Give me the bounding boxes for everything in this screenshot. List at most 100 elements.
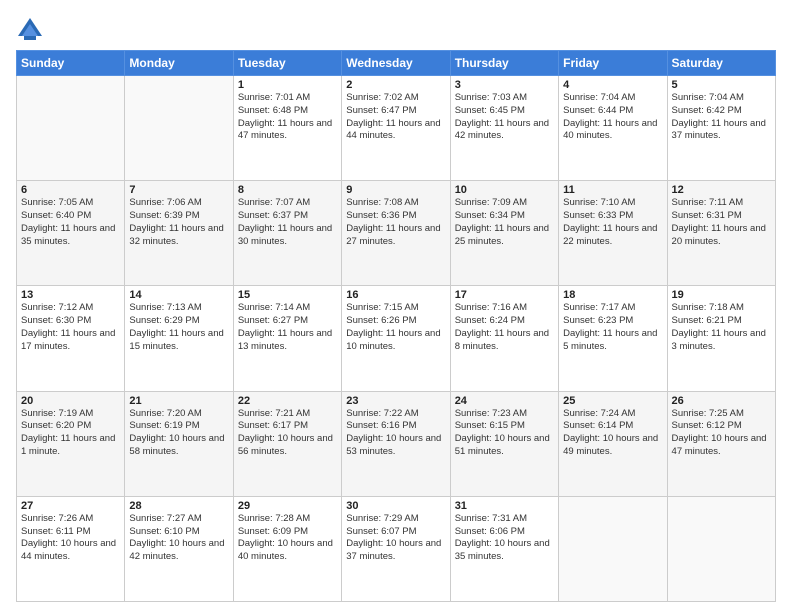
- day-number: 22: [238, 395, 337, 407]
- calendar-cell: 3Sunrise: 7:03 AM Sunset: 6:45 PM Daylig…: [450, 76, 558, 181]
- calendar-header-saturday: Saturday: [667, 51, 775, 76]
- calendar-cell: 24Sunrise: 7:23 AM Sunset: 6:15 PM Dayli…: [450, 391, 558, 496]
- calendar-table: SundayMondayTuesdayWednesdayThursdayFrid…: [16, 50, 776, 602]
- day-number: 13: [21, 289, 120, 301]
- calendar-cell: 27Sunrise: 7:26 AM Sunset: 6:11 PM Dayli…: [17, 496, 125, 601]
- calendar-cell: 8Sunrise: 7:07 AM Sunset: 6:37 PM Daylig…: [233, 181, 341, 286]
- day-number: 24: [455, 395, 554, 407]
- calendar-cell: 25Sunrise: 7:24 AM Sunset: 6:14 PM Dayli…: [559, 391, 667, 496]
- day-number: 17: [455, 289, 554, 301]
- day-number: 9: [346, 184, 445, 196]
- day-number: 28: [129, 500, 228, 512]
- calendar-cell: 28Sunrise: 7:27 AM Sunset: 6:10 PM Dayli…: [125, 496, 233, 601]
- day-number: 16: [346, 289, 445, 301]
- day-content: Sunrise: 7:06 AM Sunset: 6:39 PM Dayligh…: [129, 197, 228, 248]
- day-content: Sunrise: 7:25 AM Sunset: 6:12 PM Dayligh…: [672, 408, 771, 459]
- calendar-cell: 12Sunrise: 7:11 AM Sunset: 6:31 PM Dayli…: [667, 181, 775, 286]
- day-content: Sunrise: 7:22 AM Sunset: 6:16 PM Dayligh…: [346, 408, 445, 459]
- calendar-week-4: 27Sunrise: 7:26 AM Sunset: 6:11 PM Dayli…: [17, 496, 776, 601]
- day-number: 3: [455, 79, 554, 91]
- day-content: Sunrise: 7:16 AM Sunset: 6:24 PM Dayligh…: [455, 302, 554, 353]
- calendar-cell: [559, 496, 667, 601]
- day-number: 21: [129, 395, 228, 407]
- day-content: Sunrise: 7:08 AM Sunset: 6:36 PM Dayligh…: [346, 197, 445, 248]
- day-number: 2: [346, 79, 445, 91]
- logo: [16, 16, 48, 44]
- calendar-cell: 14Sunrise: 7:13 AM Sunset: 6:29 PM Dayli…: [125, 286, 233, 391]
- calendar-cell: [17, 76, 125, 181]
- calendar-cell: 17Sunrise: 7:16 AM Sunset: 6:24 PM Dayli…: [450, 286, 558, 391]
- logo-icon: [16, 16, 44, 44]
- calendar-cell: 23Sunrise: 7:22 AM Sunset: 6:16 PM Dayli…: [342, 391, 450, 496]
- day-number: 12: [672, 184, 771, 196]
- day-number: 29: [238, 500, 337, 512]
- calendar-header-monday: Monday: [125, 51, 233, 76]
- calendar-header-wednesday: Wednesday: [342, 51, 450, 76]
- calendar-cell: 4Sunrise: 7:04 AM Sunset: 6:44 PM Daylig…: [559, 76, 667, 181]
- day-number: 15: [238, 289, 337, 301]
- day-content: Sunrise: 7:29 AM Sunset: 6:07 PM Dayligh…: [346, 513, 445, 564]
- day-number: 19: [672, 289, 771, 301]
- calendar-cell: 31Sunrise: 7:31 AM Sunset: 6:06 PM Dayli…: [450, 496, 558, 601]
- day-number: 8: [238, 184, 337, 196]
- calendar-cell: 26Sunrise: 7:25 AM Sunset: 6:12 PM Dayli…: [667, 391, 775, 496]
- day-content: Sunrise: 7:01 AM Sunset: 6:48 PM Dayligh…: [238, 92, 337, 143]
- calendar-cell: 10Sunrise: 7:09 AM Sunset: 6:34 PM Dayli…: [450, 181, 558, 286]
- day-number: 4: [563, 79, 662, 91]
- calendar-cell: 2Sunrise: 7:02 AM Sunset: 6:47 PM Daylig…: [342, 76, 450, 181]
- day-number: 7: [129, 184, 228, 196]
- day-number: 14: [129, 289, 228, 301]
- day-content: Sunrise: 7:13 AM Sunset: 6:29 PM Dayligh…: [129, 302, 228, 353]
- day-content: Sunrise: 7:09 AM Sunset: 6:34 PM Dayligh…: [455, 197, 554, 248]
- day-number: 27: [21, 500, 120, 512]
- calendar-cell: 30Sunrise: 7:29 AM Sunset: 6:07 PM Dayli…: [342, 496, 450, 601]
- calendar-cell: 21Sunrise: 7:20 AM Sunset: 6:19 PM Dayli…: [125, 391, 233, 496]
- day-number: 31: [455, 500, 554, 512]
- day-number: 1: [238, 79, 337, 91]
- day-number: 18: [563, 289, 662, 301]
- calendar-cell: 19Sunrise: 7:18 AM Sunset: 6:21 PM Dayli…: [667, 286, 775, 391]
- day-content: Sunrise: 7:23 AM Sunset: 6:15 PM Dayligh…: [455, 408, 554, 459]
- calendar-cell: [667, 496, 775, 601]
- day-content: Sunrise: 7:21 AM Sunset: 6:17 PM Dayligh…: [238, 408, 337, 459]
- day-content: Sunrise: 7:03 AM Sunset: 6:45 PM Dayligh…: [455, 92, 554, 143]
- day-content: Sunrise: 7:26 AM Sunset: 6:11 PM Dayligh…: [21, 513, 120, 564]
- day-number: 30: [346, 500, 445, 512]
- day-content: Sunrise: 7:27 AM Sunset: 6:10 PM Dayligh…: [129, 513, 228, 564]
- day-content: Sunrise: 7:10 AM Sunset: 6:33 PM Dayligh…: [563, 197, 662, 248]
- day-content: Sunrise: 7:31 AM Sunset: 6:06 PM Dayligh…: [455, 513, 554, 564]
- calendar-header-friday: Friday: [559, 51, 667, 76]
- day-number: 26: [672, 395, 771, 407]
- day-content: Sunrise: 7:14 AM Sunset: 6:27 PM Dayligh…: [238, 302, 337, 353]
- calendar-header-tuesday: Tuesday: [233, 51, 341, 76]
- calendar-cell: 11Sunrise: 7:10 AM Sunset: 6:33 PM Dayli…: [559, 181, 667, 286]
- calendar-header-thursday: Thursday: [450, 51, 558, 76]
- day-content: Sunrise: 7:02 AM Sunset: 6:47 PM Dayligh…: [346, 92, 445, 143]
- calendar-cell: 1Sunrise: 7:01 AM Sunset: 6:48 PM Daylig…: [233, 76, 341, 181]
- day-content: Sunrise: 7:11 AM Sunset: 6:31 PM Dayligh…: [672, 197, 771, 248]
- calendar-week-1: 6Sunrise: 7:05 AM Sunset: 6:40 PM Daylig…: [17, 181, 776, 286]
- calendar-cell: [125, 76, 233, 181]
- calendar-cell: 6Sunrise: 7:05 AM Sunset: 6:40 PM Daylig…: [17, 181, 125, 286]
- day-content: Sunrise: 7:12 AM Sunset: 6:30 PM Dayligh…: [21, 302, 120, 353]
- day-number: 5: [672, 79, 771, 91]
- calendar-header-row: SundayMondayTuesdayWednesdayThursdayFrid…: [17, 51, 776, 76]
- calendar-week-2: 13Sunrise: 7:12 AM Sunset: 6:30 PM Dayli…: [17, 286, 776, 391]
- day-number: 23: [346, 395, 445, 407]
- header: [16, 16, 776, 44]
- calendar-cell: 20Sunrise: 7:19 AM Sunset: 6:20 PM Dayli…: [17, 391, 125, 496]
- day-content: Sunrise: 7:17 AM Sunset: 6:23 PM Dayligh…: [563, 302, 662, 353]
- day-number: 11: [563, 184, 662, 196]
- calendar-cell: 18Sunrise: 7:17 AM Sunset: 6:23 PM Dayli…: [559, 286, 667, 391]
- calendar-cell: 5Sunrise: 7:04 AM Sunset: 6:42 PM Daylig…: [667, 76, 775, 181]
- calendar-cell: 9Sunrise: 7:08 AM Sunset: 6:36 PM Daylig…: [342, 181, 450, 286]
- day-content: Sunrise: 7:19 AM Sunset: 6:20 PM Dayligh…: [21, 408, 120, 459]
- day-content: Sunrise: 7:20 AM Sunset: 6:19 PM Dayligh…: [129, 408, 228, 459]
- page: SundayMondayTuesdayWednesdayThursdayFrid…: [0, 0, 792, 612]
- calendar-week-3: 20Sunrise: 7:19 AM Sunset: 6:20 PM Dayli…: [17, 391, 776, 496]
- calendar-cell: 29Sunrise: 7:28 AM Sunset: 6:09 PM Dayli…: [233, 496, 341, 601]
- calendar-week-0: 1Sunrise: 7:01 AM Sunset: 6:48 PM Daylig…: [17, 76, 776, 181]
- day-content: Sunrise: 7:04 AM Sunset: 6:44 PM Dayligh…: [563, 92, 662, 143]
- day-number: 20: [21, 395, 120, 407]
- calendar-cell: 22Sunrise: 7:21 AM Sunset: 6:17 PM Dayli…: [233, 391, 341, 496]
